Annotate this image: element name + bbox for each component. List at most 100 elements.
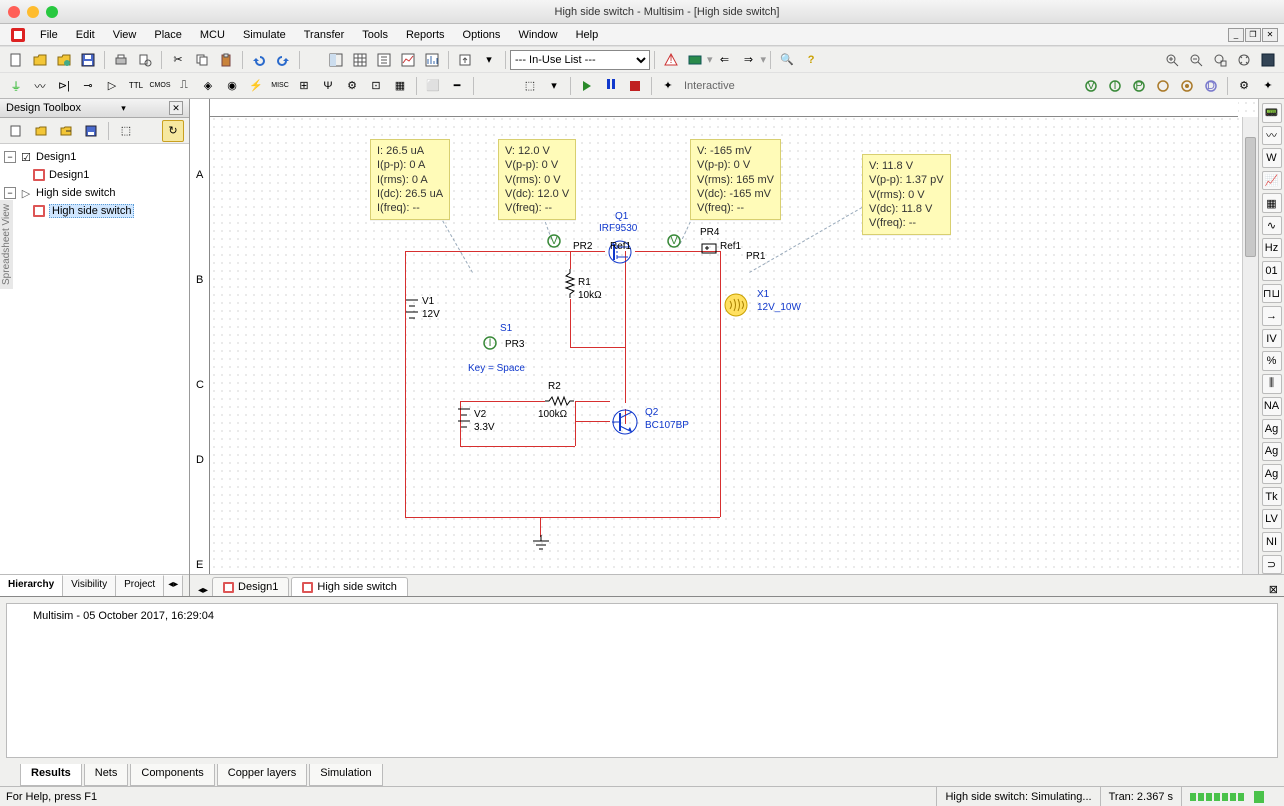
oscilloscope-button[interactable]: 📈: [1262, 171, 1282, 191]
tree-item[interactable]: High side switch: [36, 187, 115, 199]
new-button[interactable]: [5, 49, 27, 71]
open-samples-button[interactable]: [53, 49, 75, 71]
menu-help[interactable]: Help: [568, 27, 607, 43]
place-misc-digital-button[interactable]: ⎍: [173, 75, 195, 97]
tab-hierarchy[interactable]: Hierarchy: [0, 575, 63, 596]
menu-transfer[interactable]: Transfer: [296, 27, 353, 43]
place-basic-button[interactable]: 〰: [29, 75, 51, 97]
grapher-button[interactable]: [397, 49, 419, 71]
place-power-button[interactable]: ⚡: [245, 75, 267, 97]
tab-simulation[interactable]: Simulation: [309, 764, 382, 786]
save-design-button[interactable]: [80, 120, 102, 142]
maximize-window[interactable]: [46, 6, 58, 18]
zoom-area-button[interactable]: [1209, 49, 1231, 71]
run-button[interactable]: [576, 75, 598, 97]
logic-analyzer-button[interactable]: ⊓⊔: [1262, 284, 1282, 304]
tree-item[interactable]: Design1: [49, 169, 89, 181]
schematic-canvas[interactable]: A B C D E I: 26.5 uAI(p-p): 0 AI(rms): 0…: [190, 99, 1258, 574]
menu-reports[interactable]: Reports: [398, 27, 453, 43]
spectrum-button[interactable]: ⫼: [1262, 374, 1282, 394]
pause-button[interactable]: [600, 75, 622, 97]
probe-settings-button[interactable]: ⚙: [1233, 75, 1255, 97]
toggle-sheet-button[interactable]: [325, 49, 347, 71]
distortion-button[interactable]: %: [1262, 351, 1282, 371]
design-tree[interactable]: − ☑ Design1 Design1 − ▷ High side switch…: [0, 144, 189, 574]
open-button[interactable]: [29, 49, 51, 71]
function-gen-button[interactable]: 〰: [1262, 126, 1282, 146]
place-rf-button[interactable]: Ψ: [317, 75, 339, 97]
tab-copper-layers[interactable]: Copper layers: [217, 764, 307, 786]
postprocess-button[interactable]: [421, 49, 443, 71]
refresh-panel-button[interactable]: ↻: [162, 120, 184, 142]
current-clamp-button[interactable]: ⊃: [1262, 555, 1282, 574]
zoom-in-button[interactable]: [1161, 49, 1183, 71]
close-window[interactable]: [8, 6, 20, 18]
panel-dropdown-icon[interactable]: ▾: [121, 103, 126, 114]
place-hierarchy-button[interactable]: ⬜: [422, 75, 444, 97]
new-design-button[interactable]: [5, 120, 27, 142]
place-misc-button[interactable]: MISC: [269, 75, 291, 97]
place-advanced-button[interactable]: ⊞: [293, 75, 315, 97]
back-button[interactable]: ▾: [478, 49, 500, 71]
place-mcu-button[interactable]: ▦: [389, 75, 411, 97]
print-preview-button[interactable]: [134, 49, 156, 71]
zoom-fit-button[interactable]: [1233, 49, 1255, 71]
undo-button[interactable]: [248, 49, 270, 71]
tek-scope-button[interactable]: Tk: [1262, 487, 1282, 507]
menu-view[interactable]: View: [105, 27, 145, 43]
output-log[interactable]: Multisim - 05 October 2017, 16:29:04: [6, 603, 1278, 758]
place-ttl-button[interactable]: TTL: [125, 75, 147, 97]
spreadsheet-button[interactable]: [349, 49, 371, 71]
mdi-restore[interactable]: ❐: [1245, 28, 1261, 42]
agilent-mm-button[interactable]: Ag: [1262, 442, 1282, 462]
place-transistor-button[interactable]: ⊸: [77, 75, 99, 97]
menu-tools[interactable]: Tools: [354, 27, 396, 43]
place-elmech-button[interactable]: ⚙: [341, 75, 363, 97]
close-panel-button[interactable]: ✕: [169, 101, 183, 115]
ddd-button[interactable]: ⬚: [115, 120, 137, 142]
cut-button[interactable]: ✂: [167, 49, 189, 71]
back-annotate-button[interactable]: ⇐: [714, 49, 736, 71]
place-cmos-button[interactable]: CMOS: [149, 75, 171, 97]
probe-d-button[interactable]: D: [1200, 75, 1222, 97]
menu-file[interactable]: File: [32, 27, 66, 43]
doc-tab-design1[interactable]: Design1: [212, 577, 289, 596]
doc-tab-high-side-switch[interactable]: High side switch: [291, 577, 407, 596]
tree-collapse-icon[interactable]: −: [4, 187, 16, 199]
tab-nets[interactable]: Nets: [84, 764, 129, 786]
ref-pr4[interactable]: [700, 242, 720, 259]
hierarchy-down-button[interactable]: ▾: [543, 75, 565, 97]
tree-collapse-icon[interactable]: −: [4, 151, 16, 163]
network-button[interactable]: NA: [1262, 397, 1282, 417]
probe-icon[interactable]: V: [666, 233, 682, 249]
probe-p-button[interactable]: P: [1128, 75, 1150, 97]
open-design-files-button[interactable]: [55, 120, 77, 142]
tree-item[interactable]: Design1: [36, 151, 76, 163]
resistor-r1[interactable]: [562, 269, 578, 304]
place-bus-button[interactable]: ━: [446, 75, 468, 97]
multimeter-button[interactable]: 📟: [1262, 103, 1282, 123]
copy-button[interactable]: [191, 49, 213, 71]
agilent-scope-button[interactable]: Ag: [1262, 464, 1282, 484]
agilent-fg-button[interactable]: Ag: [1262, 419, 1282, 439]
parent-sheet-button[interactable]: [454, 49, 476, 71]
open-design-button[interactable]: [30, 120, 52, 142]
place-indicators-button[interactable]: ◉: [221, 75, 243, 97]
probe-diff-button[interactable]: [1152, 75, 1174, 97]
tab-components[interactable]: Components: [130, 764, 214, 786]
doc-tab-close-icon[interactable]: ⊠: [1263, 583, 1284, 596]
voltage-source-v2[interactable]: [452, 403, 476, 436]
place-analog-button[interactable]: ▷: [101, 75, 123, 97]
probe-v-button[interactable]: V: [1080, 75, 1102, 97]
minimize-window[interactable]: [27, 6, 39, 18]
probe-icon[interactable]: I: [482, 335, 498, 351]
place-source-button[interactable]: ⏚: [5, 75, 27, 97]
bjt-q2[interactable]: [610, 407, 640, 440]
menu-mcu[interactable]: MCU: [192, 27, 233, 43]
redo-button[interactable]: [272, 49, 294, 71]
tab-visibility[interactable]: Visibility: [63, 575, 116, 596]
wattmeter-button[interactable]: W: [1262, 148, 1282, 168]
analysis-button[interactable]: ✦: [1257, 75, 1279, 97]
tab-scroll[interactable]: ◂▸: [164, 575, 183, 596]
menu-place[interactable]: Place: [146, 27, 190, 43]
